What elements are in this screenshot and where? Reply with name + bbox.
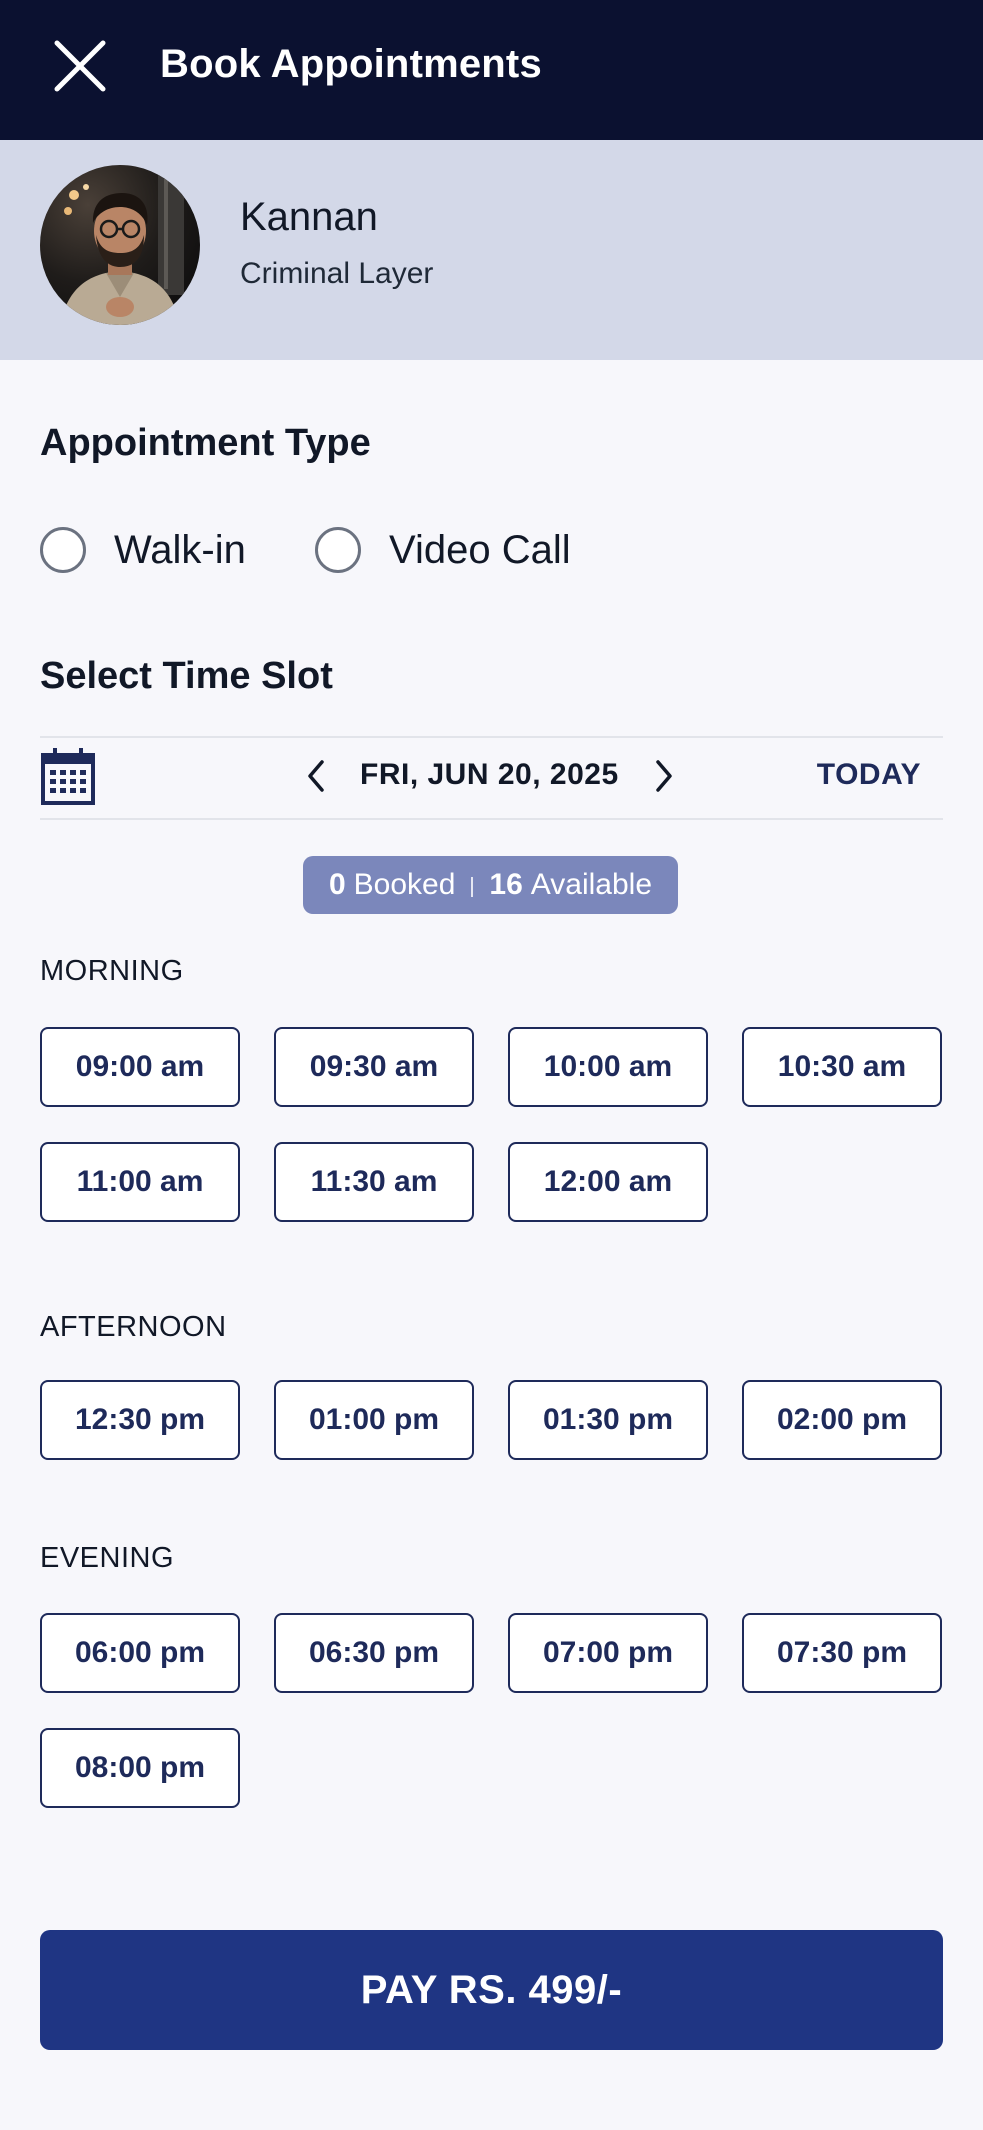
period-label-evening: EVENING — [40, 1542, 175, 1574]
time-slot-heading: Select Time Slot — [40, 655, 333, 697]
time-slot-button[interactable]: 08:00 pm — [40, 1728, 240, 1808]
time-slot-button[interactable]: 10:00 am — [508, 1027, 708, 1107]
time-slot-button[interactable]: 06:00 pm — [40, 1613, 240, 1693]
radio-label: Walk-in — [114, 527, 246, 572]
time-slot-button[interactable]: 09:30 am — [274, 1027, 474, 1107]
time-slot-button[interactable]: 06:30 pm — [274, 1613, 474, 1693]
lawyer-profile-card: Kannan Criminal Layer — [0, 140, 983, 360]
period-label-morning: MORNING — [40, 955, 184, 987]
time-slot-button[interactable]: 07:30 pm — [742, 1613, 942, 1693]
page-title: Book Appointments — [160, 42, 542, 86]
time-slot-button[interactable]: 02:00 pm — [742, 1380, 942, 1460]
radio-walk-in[interactable]: Walk-in — [40, 522, 246, 578]
radio-video-call[interactable]: Video Call — [315, 522, 571, 578]
time-slot-button[interactable]: 01:00 pm — [274, 1380, 474, 1460]
time-slot-button[interactable]: 11:30 am — [274, 1142, 474, 1222]
appointment-type-heading: Appointment Type — [40, 422, 371, 464]
lawyer-name: Kannan — [240, 195, 378, 239]
avatar — [40, 165, 200, 325]
calendar-icon[interactable] — [40, 746, 96, 808]
next-date-button[interactable] — [644, 752, 684, 804]
chevron-left-icon — [304, 758, 328, 799]
close-icon — [52, 38, 108, 99]
time-slot-button[interactable]: 07:00 pm — [508, 1613, 708, 1693]
booked-count: 0 — [328, 868, 346, 901]
chevron-right-icon — [652, 758, 676, 799]
time-slot-button[interactable]: 12:00 am — [508, 1142, 708, 1222]
time-slot-button[interactable]: 12:30 pm — [40, 1380, 240, 1460]
date-selector: FRI, JUN 20, 2025 TODAY — [40, 736, 943, 820]
pay-button[interactable]: PAY RS. 499/- — [40, 1930, 943, 2050]
time-slot-button[interactable]: 01:30 pm — [508, 1380, 708, 1460]
period-label-afternoon: AFTERNOON — [40, 1311, 227, 1343]
radio-label: Video Call — [389, 527, 571, 572]
selected-date: FRI, JUN 20, 2025 — [360, 758, 619, 791]
radio-button-icon[interactable] — [40, 527, 86, 573]
available-label: Available — [530, 868, 652, 901]
slot-summary-badge: 0 Booked 16 Available — [303, 856, 678, 914]
previous-date-button[interactable] — [296, 752, 336, 804]
radio-button-icon[interactable] — [315, 527, 361, 573]
divider — [471, 877, 474, 897]
close-button[interactable] — [48, 36, 112, 100]
time-slot-button[interactable]: 10:30 am — [742, 1027, 942, 1107]
app-header: Book Appointments — [0, 0, 983, 140]
lawyer-role: Criminal Layer — [240, 257, 434, 290]
today-button[interactable]: TODAY — [817, 758, 921, 792]
available-count: 16 — [489, 868, 523, 901]
booked-label: Booked — [353, 868, 456, 901]
time-slot-button[interactable]: 11:00 am — [40, 1142, 240, 1222]
time-slot-button[interactable]: 09:00 am — [40, 1027, 240, 1107]
